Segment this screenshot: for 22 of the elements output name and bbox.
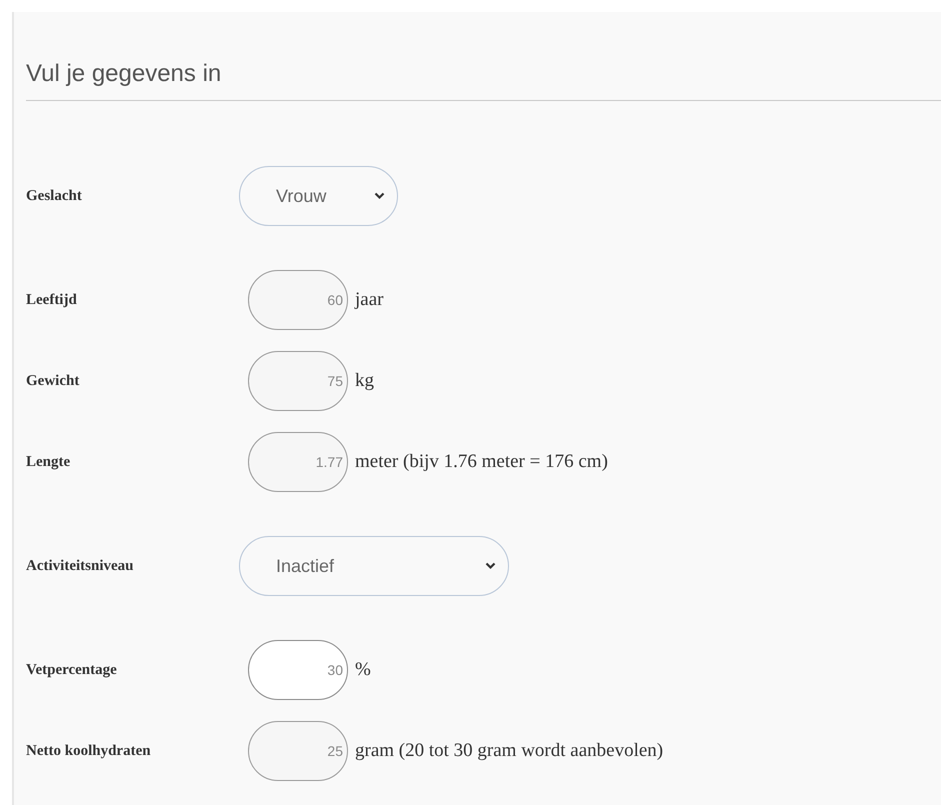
dropdown-select[interactable]: Inactief: [239, 536, 509, 596]
chevron-down-icon: [374, 192, 385, 200]
number-input[interactable]: 75: [248, 351, 348, 411]
number-input[interactable]: 1.77: [248, 432, 348, 492]
field-label: Lengte: [26, 452, 72, 472]
field-label: Geslacht: [26, 186, 83, 206]
unit-text: %: [355, 658, 371, 682]
number-input[interactable]: 25: [248, 721, 348, 781]
unit-text: gram (20 tot 30 gram wordt aanbevolen): [355, 738, 664, 763]
number-input[interactable]: 60: [248, 270, 348, 330]
form-title: Vul je gegevens in: [26, 59, 222, 89]
field-label: Vetpercentage: [26, 660, 118, 680]
field-label: Gewicht: [26, 372, 80, 391]
number-input[interactable]: 30: [248, 640, 348, 700]
chevron-down-icon: [485, 562, 496, 570]
dropdown-select[interactable]: Vrouw: [239, 166, 398, 226]
field-label: Activiteitsniveau: [26, 556, 134, 576]
unit-text: kg: [355, 368, 374, 393]
unit-text: jaar: [355, 288, 384, 312]
field-label: Leeftijd: [26, 290, 78, 310]
field-label: Netto koolhydraten: [26, 742, 152, 761]
unit-text: meter (bijv 1.76 meter = 176 cm): [355, 450, 608, 474]
